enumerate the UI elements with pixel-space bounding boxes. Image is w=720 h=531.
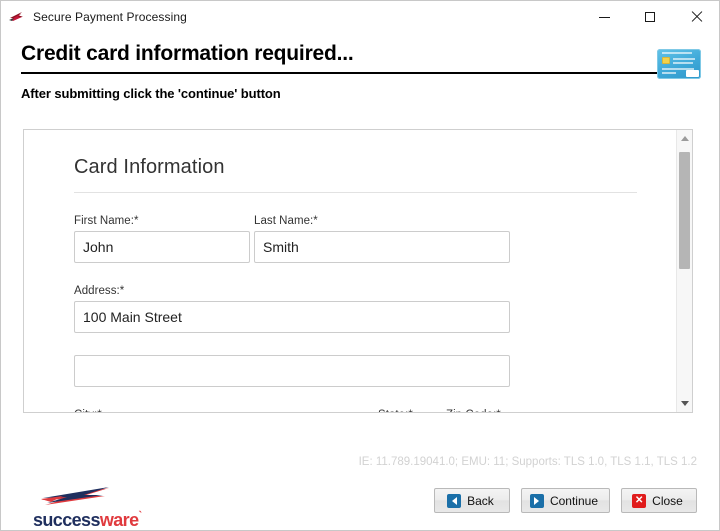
state-field-group: State:* xyxy=(378,409,442,413)
card-line xyxy=(673,62,693,64)
credit-card-icon xyxy=(657,49,701,79)
zip-code-label: Zip Code:* xyxy=(446,409,554,413)
address-row: Address:* xyxy=(74,285,679,333)
close-icon xyxy=(690,11,702,23)
city-field-group: City:* xyxy=(74,409,374,413)
window-title: Secure Payment Processing xyxy=(33,10,187,24)
scroll-up-icon xyxy=(681,136,689,141)
last-name-label: Last Name:* xyxy=(254,215,510,227)
back-button[interactable]: Back xyxy=(434,488,510,513)
scroll-down-icon xyxy=(681,401,689,406)
address-field-group: Address:* xyxy=(74,285,510,333)
scrollbar-thumb[interactable] xyxy=(679,152,690,269)
card-chip-icon xyxy=(662,57,670,64)
successware-logo-icon xyxy=(7,7,27,27)
successware-wordmark: successware` xyxy=(33,506,142,530)
continue-button-label: Continue xyxy=(550,494,598,508)
state-label: State:* xyxy=(378,409,442,413)
page-title: Credit card information required... xyxy=(21,41,701,67)
page-header: Credit card information required... Afte… xyxy=(21,41,701,101)
page-subtitle: After submitting click the 'continue' bu… xyxy=(21,86,701,101)
card-line xyxy=(662,72,676,74)
card-strip xyxy=(686,70,699,77)
back-button-label: Back xyxy=(467,494,494,508)
section-divider xyxy=(74,192,637,193)
zip-field-group: Zip Code:* xyxy=(446,409,554,413)
arrow-right-icon xyxy=(530,494,544,508)
close-button-label: Close xyxy=(652,494,683,508)
minimize-button[interactable] xyxy=(581,1,627,33)
name-row: First Name:* Last Name:* xyxy=(74,215,679,263)
scroll-up-button[interactable] xyxy=(677,130,692,147)
minimize-icon xyxy=(599,17,610,18)
first-name-label: First Name:* xyxy=(74,215,250,227)
secure-payment-window: Secure Payment Processing Credit card in… xyxy=(0,0,720,531)
form-scrollbar[interactable] xyxy=(676,130,692,412)
address2-field-group xyxy=(74,355,510,387)
card-line xyxy=(673,58,695,60)
card-information-panel: Card Information First Name:* Last Name:… xyxy=(23,129,693,413)
address-label: Address:* xyxy=(74,285,510,297)
wordmark-part-a: success xyxy=(33,510,100,530)
maximize-icon xyxy=(645,12,655,22)
city-label: City:* xyxy=(74,409,374,413)
wordmark-tick: ` xyxy=(139,510,142,522)
continue-button[interactable]: Continue xyxy=(521,488,610,513)
successware-mark-icon xyxy=(39,485,113,507)
address2-row xyxy=(74,355,679,387)
window-controls xyxy=(581,1,719,33)
successware-brand-logo: successware` xyxy=(33,485,153,525)
arrow-left-icon xyxy=(447,494,461,508)
first-name-input[interactable] xyxy=(74,231,250,263)
last-name-input[interactable] xyxy=(254,231,510,263)
card-line xyxy=(662,52,692,54)
last-name-field-group: Last Name:* xyxy=(254,215,510,263)
card-information-form: Card Information First Name:* Last Name:… xyxy=(24,130,679,413)
section-title: Card Information xyxy=(74,156,679,179)
scroll-down-button[interactable] xyxy=(677,395,692,412)
title-bar: Secure Payment Processing xyxy=(1,1,719,33)
wordmark-part-b: ware xyxy=(100,510,139,530)
maximize-button[interactable] xyxy=(627,1,673,33)
close-x-icon: ✕ xyxy=(632,494,646,508)
address-line-2-input[interactable] xyxy=(74,355,510,387)
close-button[interactable]: ✕ Close xyxy=(621,488,697,513)
close-window-button[interactable] xyxy=(673,1,719,33)
footer-button-bar: Back Continue ✕ Close xyxy=(434,488,697,513)
status-text: IE: 11.789.19041.0; EMU: 11; Supports: T… xyxy=(359,456,697,468)
address-input[interactable] xyxy=(74,301,510,333)
first-name-field-group: First Name:* xyxy=(74,215,250,263)
title-divider xyxy=(21,72,701,74)
city-state-zip-row: City:* State:* Zip Code:* xyxy=(74,409,679,413)
